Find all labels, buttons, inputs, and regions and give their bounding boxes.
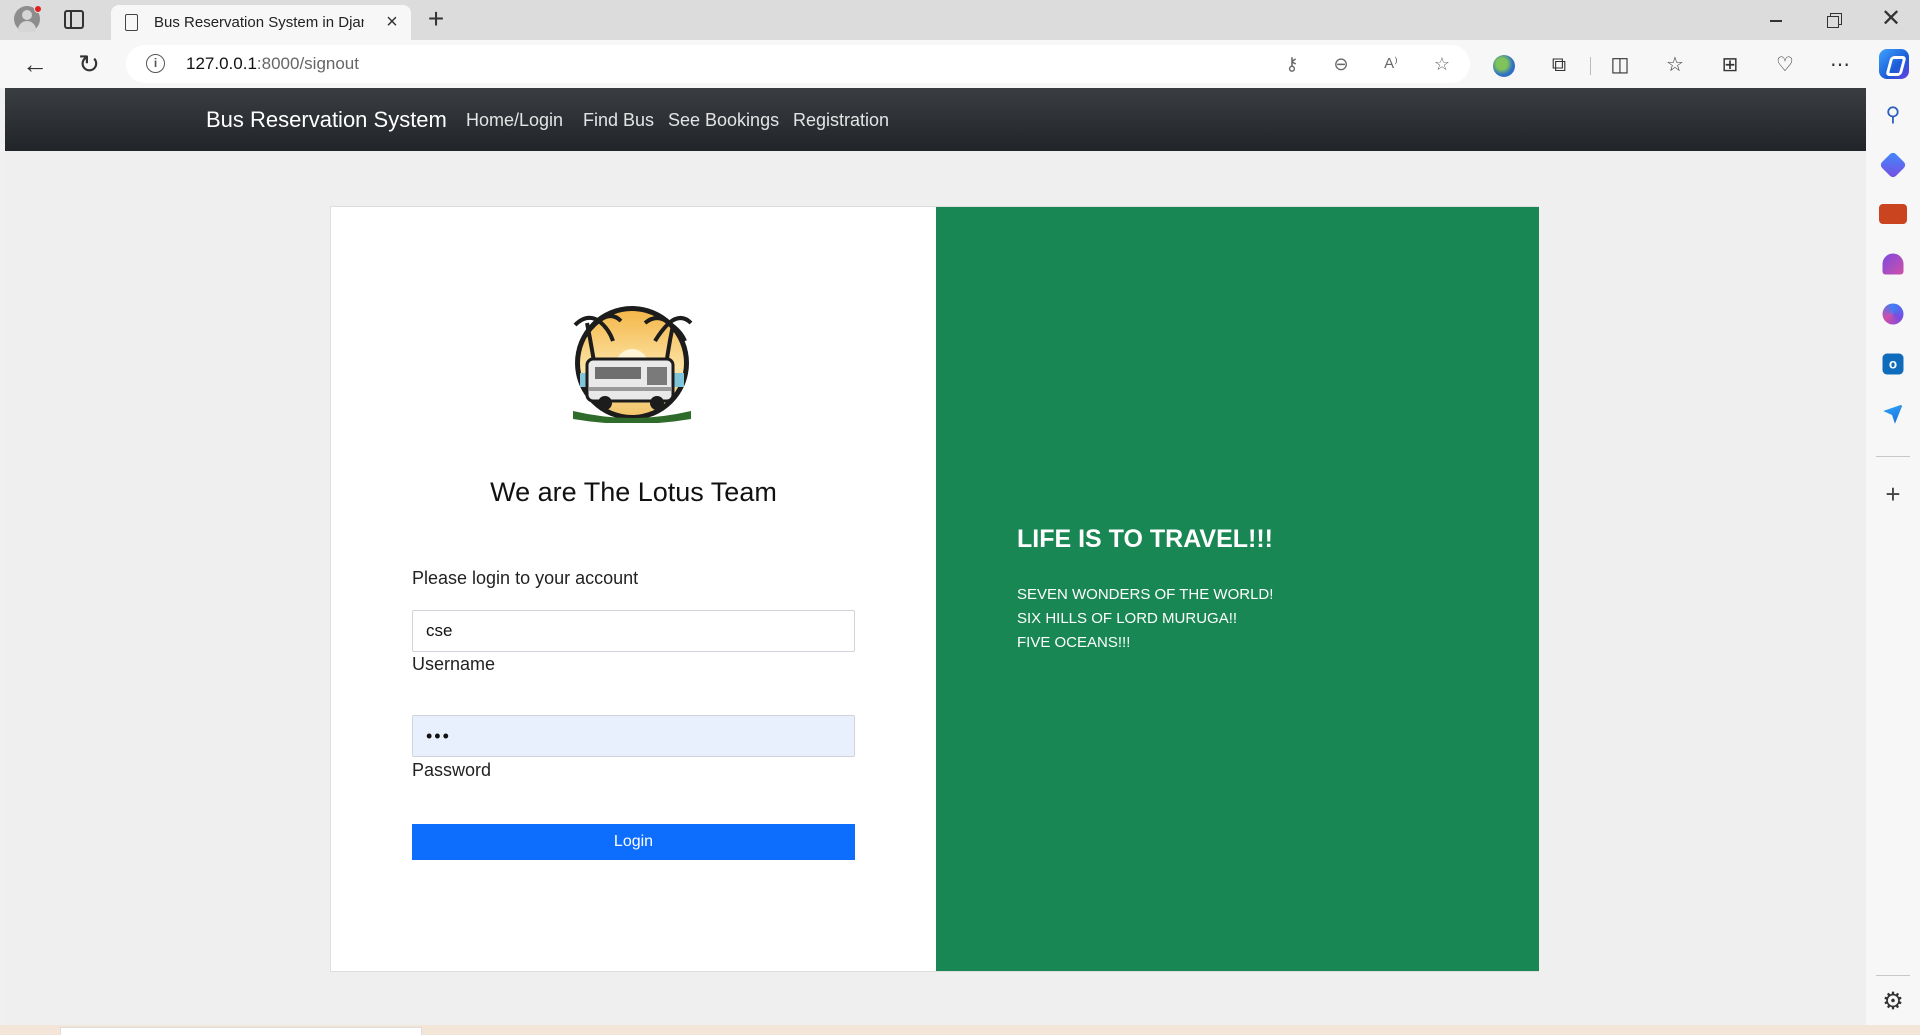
password-input[interactable] [412, 715, 855, 757]
new-tab-icon[interactable]: + [423, 5, 449, 33]
outlook-icon[interactable]: o [1882, 353, 1904, 375]
tab-close-icon[interactable]: × [381, 11, 403, 33]
extension-globe-icon[interactable] [1493, 55, 1515, 77]
site-info-icon[interactable]: i [146, 54, 165, 73]
read-aloud-icon[interactable]: A⁾ [1379, 52, 1403, 76]
url-host: 127.0.0.1 [186, 54, 257, 73]
window-close-icon[interactable]: ✕ [1876, 4, 1906, 34]
browser-essentials-icon[interactable]: ♡ [1771, 51, 1799, 79]
nav-link-home-login[interactable]: Home/Login [466, 110, 563, 131]
add-icon[interactable]: + [1879, 480, 1907, 508]
promo-line: SEVEN WONDERS OF THE WORLD! [1017, 586, 1274, 603]
sidebar-divider [1876, 456, 1910, 457]
minimize-icon[interactable] [1762, 8, 1790, 32]
toolbar-divider [1590, 57, 1591, 75]
send-icon[interactable] [1883, 404, 1903, 424]
page-viewport: Bus Reservation System Home/Login Find B… [5, 88, 1866, 1025]
page-icon [125, 14, 138, 31]
games-icon[interactable] [1882, 253, 1904, 275]
nav-link-registration[interactable]: Registration [793, 110, 889, 131]
notification-dot-icon [34, 5, 42, 13]
bus-palm-trees-logo [573, 306, 693, 423]
favorites-icon[interactable]: ☆ [1661, 51, 1689, 79]
shopping-tag-icon[interactable] [1879, 151, 1907, 179]
search-icon[interactable]: ⚲ [1879, 101, 1907, 129]
profile-head [22, 10, 32, 20]
split-screen-icon[interactable]: ◫ [1606, 51, 1634, 79]
url-path: :8000/signout [256, 54, 359, 73]
login-button[interactable]: Login [412, 824, 855, 860]
login-panel: We are The Lotus Team Please login to yo… [331, 207, 936, 971]
username-input[interactable] [412, 610, 855, 652]
zoom-out-icon[interactable]: ⊖ [1329, 52, 1353, 76]
username-label: Username [412, 654, 496, 674]
extensions-icon[interactable]: ⧉ [1545, 51, 1573, 79]
address-toolbar: ← ↻ i 127.0.0.1:8000/signout ⚷ ⊖ A⁾ ☆ ⧉ … [0, 40, 1920, 88]
profile-body [18, 21, 36, 32]
browser-tab-bar: Bus Reservation System in Djang × + ✕ [0, 0, 1920, 40]
address-bar[interactable]: i 127.0.0.1:8000/signout ⚷ ⊖ A⁾ ☆ [126, 45, 1470, 83]
edge-sidebar: ⚲ o + ⚙ [1866, 88, 1920, 1035]
microsoft365-icon[interactable] [1882, 303, 1904, 325]
back-arrow-icon[interactable]: ← [20, 49, 50, 79]
password-label: Password [412, 760, 492, 780]
url-text[interactable]: 127.0.0.1:8000/signout [186, 54, 359, 74]
promo-line: FIVE OCEANS!!! [1017, 634, 1131, 651]
favorite-star-icon[interactable]: ☆ [1430, 52, 1454, 76]
more-icon[interactable]: ⋯ [1826, 51, 1854, 79]
tab-actions-icon[interactable] [64, 10, 84, 29]
promo-panel: LIFE IS TO TRAVEL!!! SEVEN WONDERS OF TH… [936, 207, 1539, 971]
tools-briefcase-icon[interactable] [1879, 204, 1907, 224]
key-icon[interactable]: ⚷ [1280, 52, 1304, 76]
copilot-icon[interactable] [1879, 49, 1909, 79]
tab-title: Bus Reservation System in Djang [154, 14, 364, 31]
promo-line: SIX HILLS OF LORD MURUGA!! [1017, 610, 1238, 627]
team-title: We are The Lotus Team [490, 477, 777, 507]
login-prompt: Please login to your account [412, 568, 639, 588]
promo-heading: LIFE IS TO TRAVEL!!! [1017, 525, 1274, 553]
reload-icon[interactable]: ↻ [74, 49, 104, 79]
settings-gear-icon[interactable]: ⚙ [1879, 988, 1907, 1016]
collections-icon[interactable]: ⊞ [1716, 51, 1744, 79]
nav-link-see-bookings[interactable]: See Bookings [668, 110, 779, 131]
site-navbar: Bus Reservation System Home/Login Find B… [5, 88, 1866, 151]
nav-link-find-bus[interactable]: Find Bus [583, 110, 654, 131]
taskbar-strip [0, 1025, 1920, 1035]
login-card: We are The Lotus Team Please login to yo… [330, 206, 1539, 972]
browser-tab-active[interactable]: Bus Reservation System in Djang × [111, 5, 411, 40]
restore-icon[interactable] [1820, 8, 1848, 32]
navbar-brand[interactable]: Bus Reservation System [206, 107, 447, 133]
sidebar-divider-bottom [1876, 975, 1910, 976]
